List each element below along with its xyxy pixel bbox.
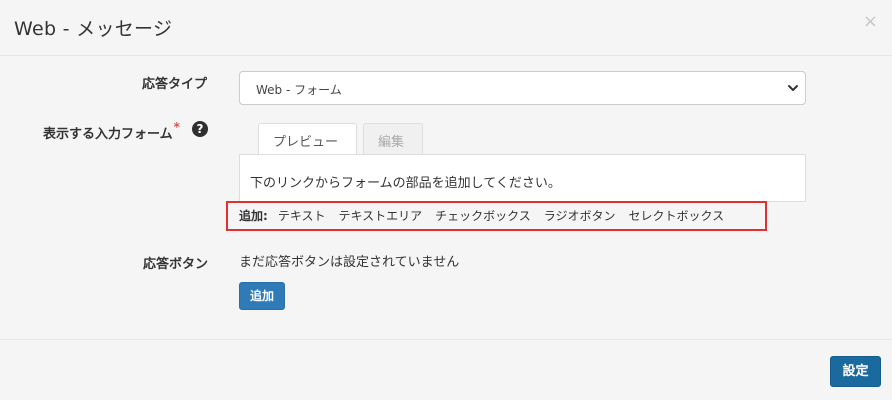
input-form-label-text: 表示する入力フォーム: [43, 127, 173, 142]
close-icon[interactable]: ×: [863, 12, 878, 32]
modal-dialog: Web - メッセージ × 応答タイプ Web - フォーム 表示する入力フォー…: [0, 0, 892, 400]
response-type-selected-value: Web - フォーム: [256, 83, 342, 97]
add-response-button[interactable]: 追加: [239, 282, 285, 310]
chevron-down-icon: [788, 85, 798, 91]
tab-preview[interactable]: プレビュー: [258, 123, 357, 155]
modal-header: Web - メッセージ ×: [0, 0, 892, 56]
no-response-buttons-text: まだ応答ボタンは設定されていません: [239, 255, 460, 270]
preview-hint-text: 下のリンクからフォームの部品を追加してください。: [250, 176, 561, 191]
response-type-select[interactable]: Web - フォーム: [239, 71, 806, 105]
response-button-label: 応答ボタン: [143, 257, 209, 272]
response-type-label: 応答タイプ: [142, 77, 208, 92]
form-preview-panel: 下のリンクからフォームの部品を追加してください。: [239, 154, 806, 202]
tab-edit[interactable]: 編集: [363, 123, 423, 155]
input-form-label: 表示する入力フォーム*: [43, 120, 180, 142]
help-icon[interactable]: ?: [192, 121, 208, 137]
submit-button[interactable]: 設定: [830, 356, 881, 387]
required-marker: *: [173, 120, 180, 134]
footer-divider: [0, 339, 892, 340]
highlight-annotation: [226, 201, 767, 231]
modal-title: Web - メッセージ: [14, 18, 173, 40]
